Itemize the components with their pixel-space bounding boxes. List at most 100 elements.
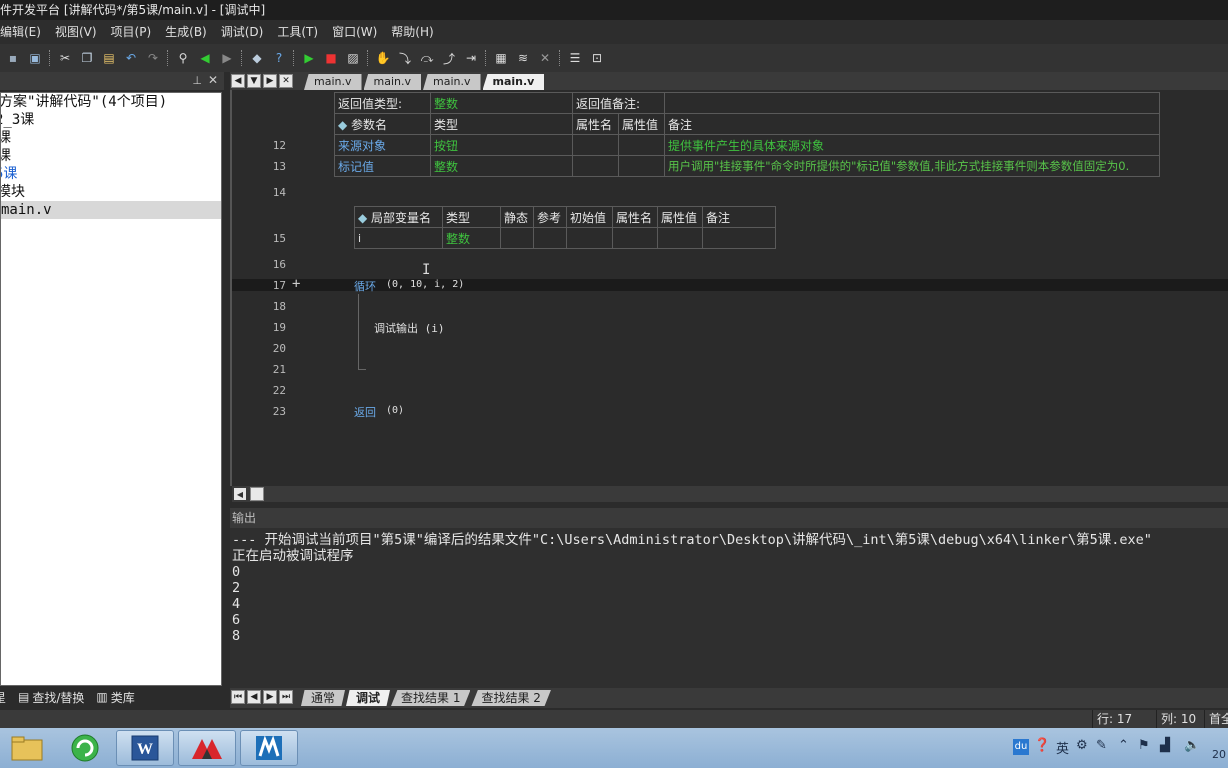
- menu-help[interactable]: 帮助(H): [384, 20, 440, 44]
- clear-icon[interactable]: ✕: [536, 49, 554, 67]
- network-icon[interactable]: ▟: [1160, 738, 1170, 753]
- param-note-cell[interactable]: 提供事件产生的具体来源对象: [664, 134, 1160, 156]
- settings-icon[interactable]: ⚙: [1076, 738, 1088, 753]
- tab-list-icon[interactable]: ▼: [247, 74, 261, 88]
- first-tab-icon[interactable]: ⏮: [231, 690, 245, 704]
- tree-item-solution[interactable]: 方案"讲解代码"(4个项目): [1, 93, 221, 111]
- menu-edit[interactable]: 编辑(E): [0, 20, 48, 44]
- help-icon[interactable]: ❓: [1034, 738, 1050, 753]
- return-type-value[interactable]: 整数: [430, 92, 573, 114]
- param-attr-name-cell[interactable]: [572, 134, 619, 156]
- return-keyword[interactable]: 返回: [354, 404, 376, 420]
- tab-find-replace[interactable]: ▤ 查找/替换: [12, 689, 90, 706]
- tree-item-project-2-3[interactable]: 2_3课: [1, 111, 221, 129]
- menu-tools[interactable]: 工具(T): [270, 20, 325, 44]
- volume-icon[interactable]: 🔈: [1184, 738, 1200, 753]
- window-icon[interactable]: ▪: [4, 49, 22, 67]
- local-var-init-cell[interactable]: [566, 227, 613, 249]
- local-var-attr-name-cell[interactable]: [612, 227, 658, 249]
- local-var-type-cell[interactable]: 整数: [442, 227, 501, 249]
- browser-icon[interactable]: [56, 730, 114, 766]
- tab-normal[interactable]: 通常: [301, 690, 346, 706]
- local-var-attr-value-cell[interactable]: [657, 227, 703, 249]
- copy-icon[interactable]: ❐: [78, 49, 96, 67]
- param-attr-value-cell[interactable]: [618, 155, 665, 177]
- debug-output-statement[interactable]: 调试输出 (i): [374, 320, 445, 336]
- param-name-cell[interactable]: 来源对象: [334, 134, 431, 156]
- hand-icon[interactable]: ✋: [374, 49, 392, 67]
- run-to-cursor-icon[interactable]: ⇥: [462, 49, 480, 67]
- return-arguments[interactable]: (0): [386, 405, 404, 416]
- menu-view[interactable]: 视图(V): [48, 20, 104, 44]
- menu-debug[interactable]: 调试(D): [214, 20, 271, 44]
- menu-window[interactable]: 窗口(W): [325, 20, 384, 44]
- step-over-icon[interactable]: ⤼: [418, 49, 436, 67]
- tab-debug[interactable]: 调试: [346, 690, 391, 706]
- redo-icon[interactable]: ↷: [144, 49, 162, 67]
- step-into-icon[interactable]: ⤵: [396, 49, 414, 67]
- help-icon[interactable]: ?: [270, 49, 288, 67]
- tree-item-project-b[interactable]: 课: [1, 147, 221, 165]
- tree-item-project-a[interactable]: 课: [1, 129, 221, 147]
- return-note-value[interactable]: [664, 92, 1160, 114]
- local-var-ref-cell[interactable]: [533, 227, 567, 249]
- ide-icon[interactable]: [240, 730, 298, 766]
- file-tab-2[interactable]: main.v: [363, 74, 421, 90]
- undo-icon[interactable]: ↶: [122, 49, 140, 67]
- chart-icon[interactable]: ▦: [492, 49, 510, 67]
- scroll-left-icon[interactable]: ◀: [234, 488, 246, 500]
- param-type-cell[interactable]: 整数: [430, 155, 573, 177]
- cut-icon[interactable]: ✂: [56, 49, 74, 67]
- local-var-note-cell[interactable]: [702, 227, 776, 249]
- loop-arguments[interactable]: (0, 10, i, 2): [386, 279, 464, 290]
- next-tab-icon[interactable]: ▶: [263, 690, 277, 704]
- tab-find-results-2[interactable]: 查找结果 2: [471, 690, 551, 706]
- file-tab-active[interactable]: main.v: [482, 74, 545, 90]
- last-tab-icon[interactable]: ⏭: [279, 690, 293, 704]
- flag-icon[interactable]: ⚑: [1138, 738, 1150, 753]
- param-type-cell[interactable]: 按钮: [430, 134, 573, 156]
- layers-icon[interactable]: ≋: [514, 49, 532, 67]
- output-panel[interactable]: --- 开始调试当前项目"第5课"编译后的结果文件"C:\Users\Admin…: [230, 528, 1228, 688]
- prev-tab-icon[interactable]: ◀: [247, 690, 261, 704]
- menu-project[interactable]: 项目(P): [104, 20, 159, 44]
- build-icon[interactable]: ◆: [248, 49, 266, 67]
- step-out-icon[interactable]: ⤴: [440, 49, 458, 67]
- param-note-cell[interactable]: 用户调用"挂接事件"命令时所提供的"标记值"参数值,非此方式挂接事件则本参数值固…: [664, 155, 1160, 177]
- param-name-cell[interactable]: 标记值: [334, 155, 431, 177]
- run-icon[interactable]: ▶: [300, 49, 318, 67]
- editor-horizontal-scrollbar[interactable]: ◀: [232, 486, 1228, 502]
- show-hidden-icons[interactable]: ⌃: [1118, 738, 1129, 753]
- tab-project[interactable]: 星: [0, 689, 12, 706]
- list-icon[interactable]: ☰: [566, 49, 584, 67]
- file-explorer-icon[interactable]: [0, 730, 56, 766]
- loop-keyword[interactable]: 循环: [354, 278, 376, 294]
- app-red-icon[interactable]: [178, 730, 236, 766]
- file-tab-3[interactable]: main.v: [423, 74, 481, 90]
- file-tab-1[interactable]: main.v: [304, 74, 362, 90]
- paste-icon[interactable]: ▤: [100, 49, 118, 67]
- save-all-icon[interactable]: ▣: [26, 49, 44, 67]
- tray-clock[interactable]: 20: [1212, 748, 1226, 761]
- code-editor[interactable]: 返回值类型: 整数 返回值备注: ◆ 参数名 类型 属性名 属性值 备注 来源对…: [230, 90, 1228, 486]
- param-attr-value-cell[interactable]: [618, 134, 665, 156]
- scroll-thumb[interactable]: [250, 487, 264, 501]
- tree-item-module[interactable]: 模块: [1, 183, 221, 201]
- debug-window-icon[interactable]: ▨: [344, 49, 362, 67]
- edit-icon[interactable]: ✎: [1096, 738, 1107, 753]
- forward-icon[interactable]: ▶: [218, 49, 236, 67]
- local-var-name-cell[interactable]: i: [354, 227, 443, 249]
- tab-scroll-left-icon[interactable]: ◀: [231, 74, 245, 88]
- param-attr-name-cell[interactable]: [572, 155, 619, 177]
- tree-item-main-file[interactable]: main.v: [1, 201, 221, 219]
- ime-language-icon[interactable]: 英: [1056, 738, 1069, 757]
- tab-library[interactable]: ▥ 类库: [90, 689, 140, 706]
- tab-close-icon[interactable]: ✕: [279, 74, 293, 88]
- tree-item-project-5[interactable]: 5课: [1, 165, 221, 183]
- word-icon[interactable]: W: [116, 730, 174, 766]
- tab-scroll-right-icon[interactable]: ▶: [263, 74, 277, 88]
- menu-build[interactable]: 生成(B): [158, 20, 214, 44]
- local-var-static-cell[interactable]: [500, 227, 534, 249]
- baidu-ime-icon[interactable]: du: [1013, 739, 1029, 755]
- preview-icon[interactable]: ⊡: [588, 49, 606, 67]
